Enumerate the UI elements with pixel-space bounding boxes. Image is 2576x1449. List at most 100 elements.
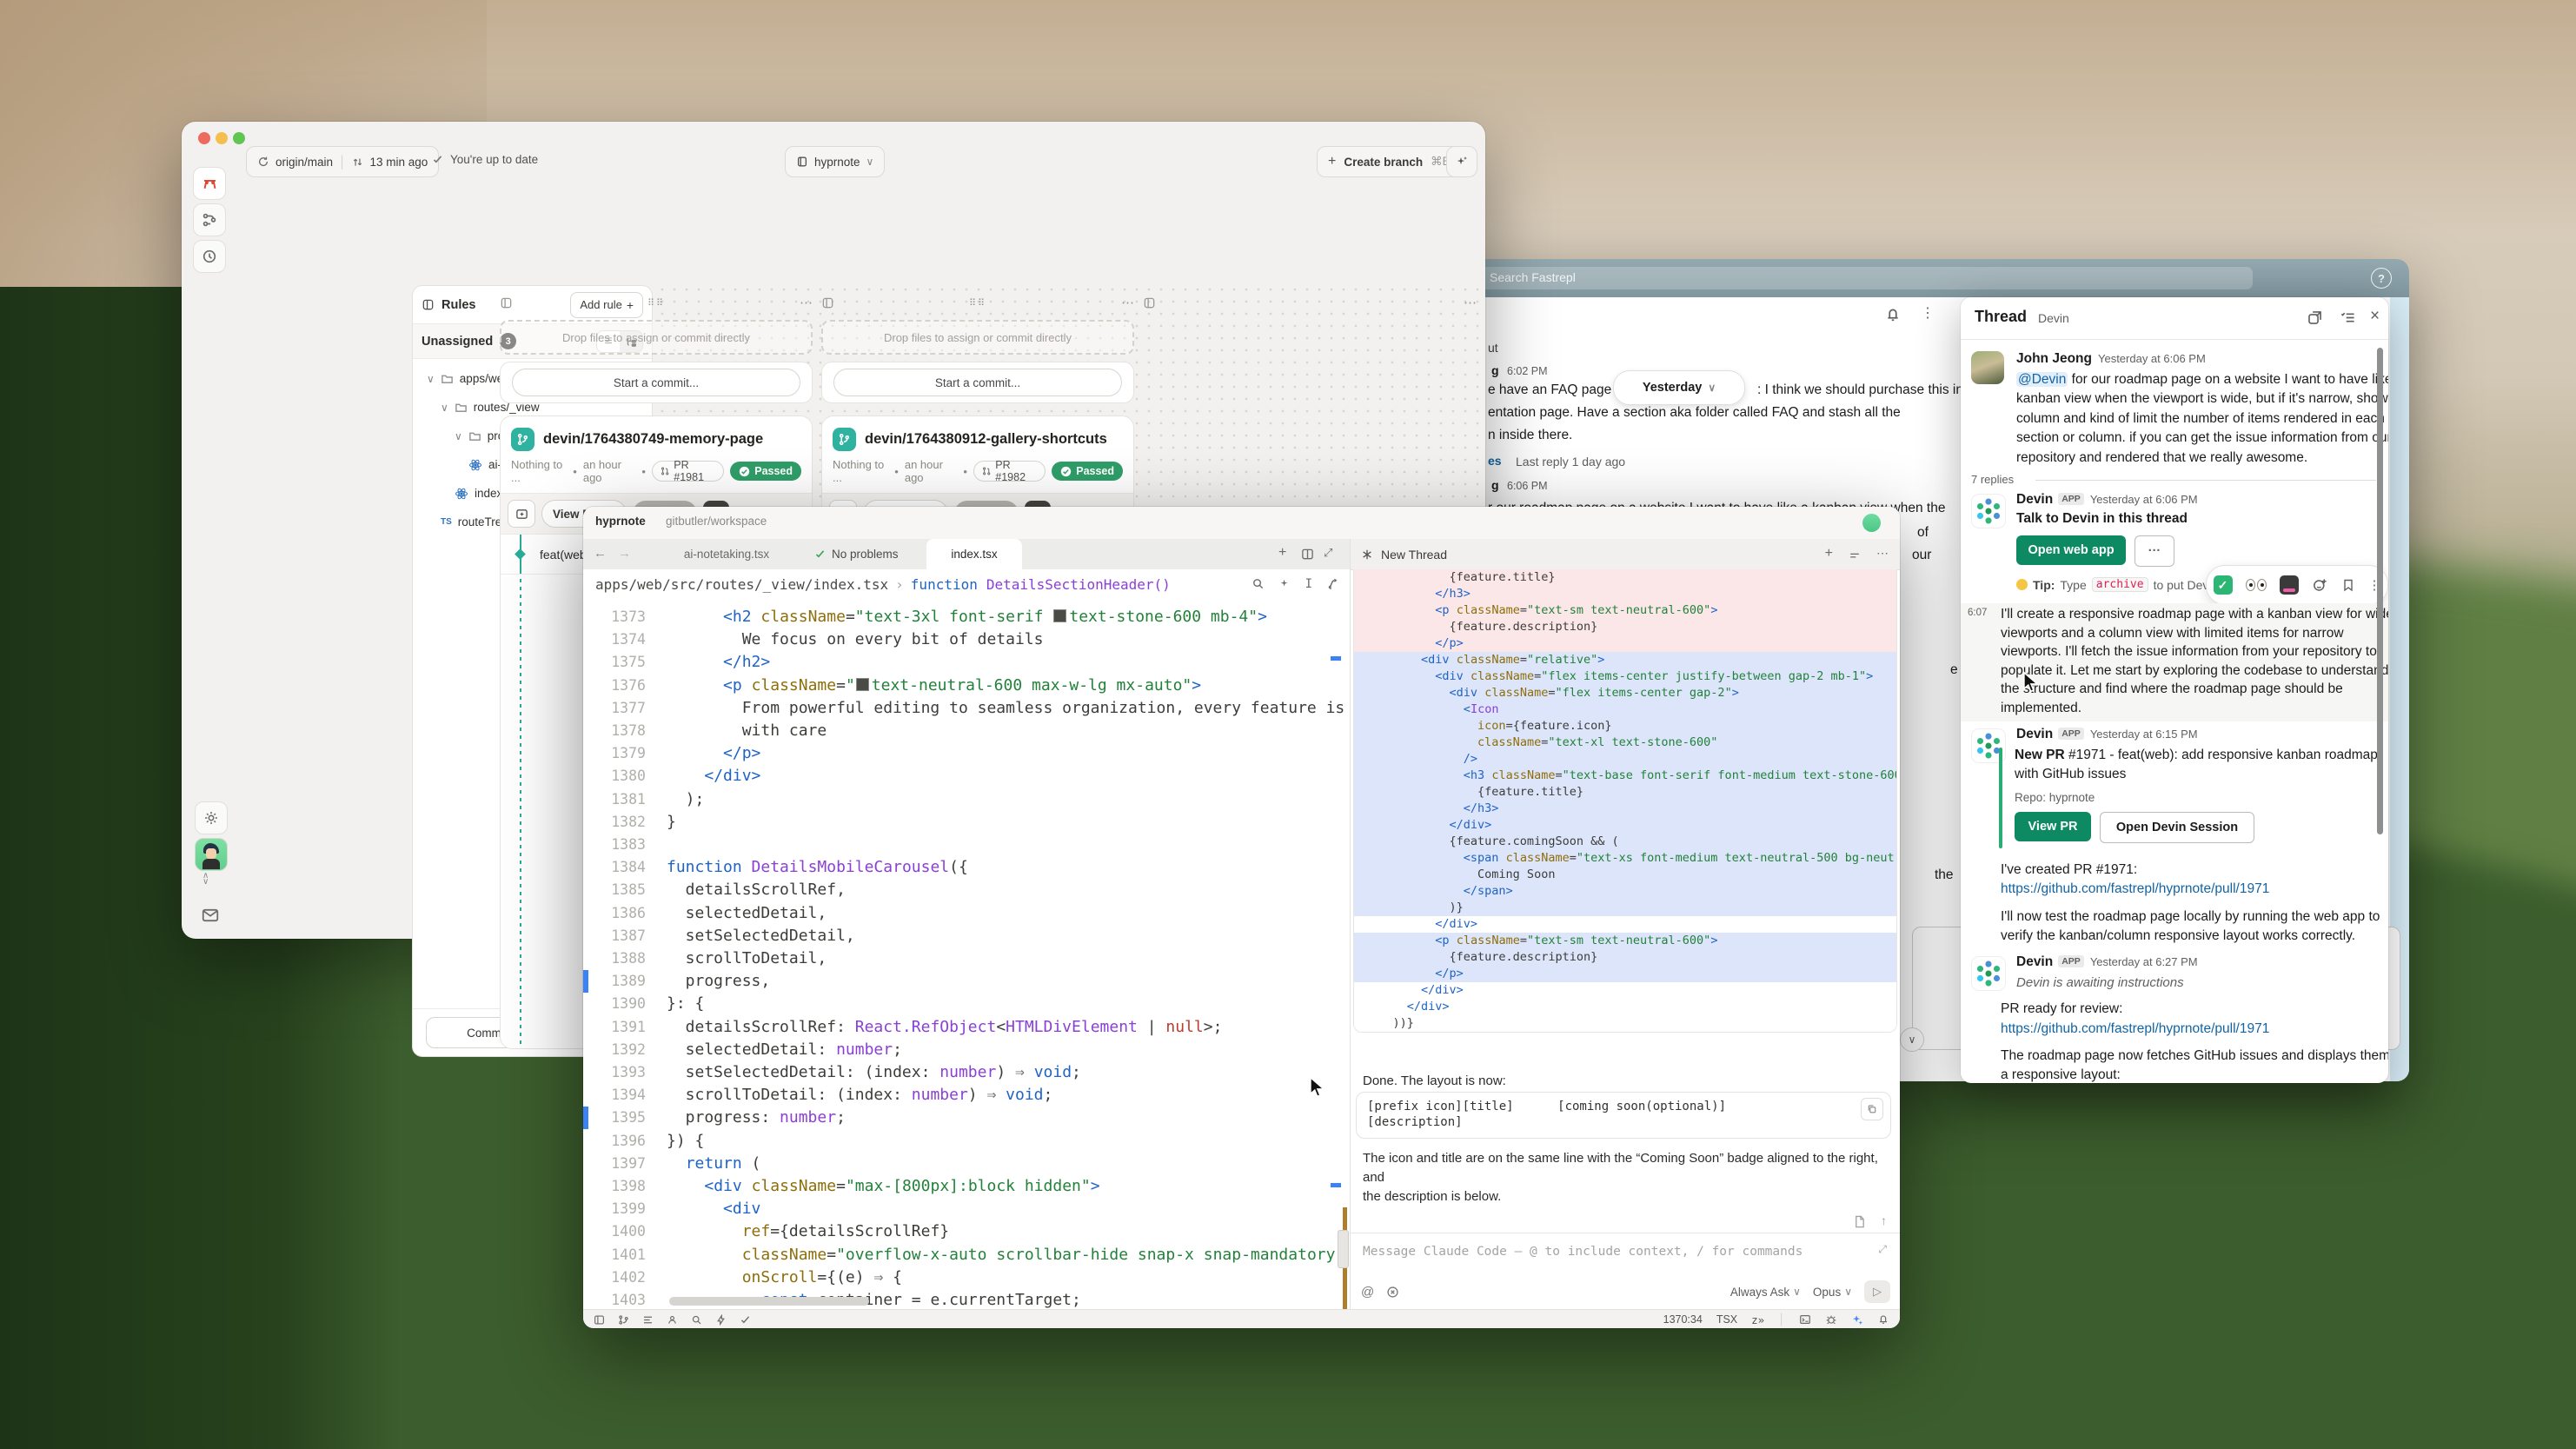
code-line[interactable]: 1402 onScroll={(e) ⇒ { [583,1266,1350,1289]
pr-link[interactable]: https://github.com/fastrepl/hyprnote/pul… [2001,881,2269,897]
tab-index-tsx[interactable]: index.tsx [926,539,1022,569]
lane-drag-handle[interactable]: ⠿⠿ ⋯ [500,292,813,313]
ai-edit-icon[interactable] [1278,577,1291,590]
cursor-mode-icon[interactable]: I [1305,577,1312,591]
nav-back-icon[interactable]: ← [594,546,607,561]
code-line[interactable]: 1399 <div [583,1198,1350,1220]
fold-indicator[interactable]: z» [1751,1313,1764,1326]
message-timestamp[interactable]: 6:07 [1968,608,1987,618]
more-vert-icon[interactable]: ⋮ [1921,304,1935,322]
sidebar-item-workspace[interactable] [193,167,226,200]
refactor-icon[interactable] [1326,577,1339,590]
devin-avatar[interactable] [1971,494,2006,528]
lane-menu-icon[interactable]: ⋯ [1121,295,1134,310]
pr-attachment-title[interactable]: New PR #1971 - feat(web): add responsive… [2015,746,2378,784]
code-line[interactable]: 1398 <div className="max-[800px]:block h… [583,1175,1350,1198]
close-button[interactable] [198,132,210,144]
code-line[interactable]: 1374 We focus on every bit of details [583,628,1350,651]
code-line[interactable]: 1389 progress, [583,970,1350,993]
code-line[interactable]: 1384function DetailsMobileCarousel({ [583,856,1350,879]
panel-icon[interactable] [1143,296,1156,309]
collab-icon[interactable] [667,1314,678,1326]
settings-button[interactable] [195,801,228,834]
code-line[interactable]: 1373 <h2 className="text-3xl font-serif … [583,606,1350,628]
search-icon[interactable] [1251,577,1265,590]
bookmark-icon[interactable] [2341,578,2355,592]
sidebar-item-branches[interactable] [193,203,226,236]
new-tab-icon[interactable]: + [1278,545,1286,561]
expand-icon[interactable]: ⤢ [1324,546,1332,560]
drag-dots[interactable]: ⠿⠿ [647,297,665,309]
user-mention[interactable]: @Devin [2016,372,2068,387]
help-icon[interactable]: ? [2371,268,2392,289]
language-mode[interactable]: TSX [1716,1313,1737,1326]
mention-icon[interactable]: @ [1361,1285,1374,1299]
code-line[interactable]: 1400 ref={detailsScrollRef} [583,1220,1350,1243]
attach-icon[interactable] [1386,1286,1399,1299]
terminal-icon[interactable] [1799,1313,1811,1326]
tab-ai-notetaking[interactable]: ai-notetaking.tsx [644,539,809,569]
outline-icon[interactable] [642,1314,654,1326]
archive-command-chip[interactable]: archive [2092,577,2148,592]
code-line[interactable]: 1383 [583,834,1350,856]
review-button[interactable] [508,500,535,528]
minimize-button[interactable] [216,132,228,144]
message-timestamp[interactable]: Yesterday at 6:06 PM [2090,493,2198,506]
chevron-down-icon[interactable]: ∨ [441,402,448,414]
scrollbar-thumb[interactable] [1338,1230,1349,1268]
drag-dots[interactable]: ⠿⠿ [969,297,986,309]
code-line[interactable]: 1386 selectedDetail, [583,902,1350,925]
lane-menu-icon[interactable]: ⋯ [800,295,813,310]
code-line[interactable]: 1401 className="overflow-x-auto scrollba… [583,1244,1350,1266]
code-line[interactable]: 1392 selectedDetail: number; [583,1039,1350,1061]
user-avatar[interactable] [195,838,228,871]
code-line[interactable]: 1381 ); [583,788,1350,811]
chevron-down-icon[interactable]: ∨ [455,430,462,442]
feedback-icon[interactable] [200,906,221,925]
code-line[interactable]: 1380 </div> [583,765,1350,788]
code-line[interactable]: 1385 detailsScrollRef, [583,879,1350,901]
bell-icon[interactable] [1877,1313,1889,1326]
lane-menu-icon[interactable]: ⋯ [1464,295,1477,310]
project-switcher[interactable]: hyprnote ∨ [785,146,885,177]
code-line[interactable]: 1375 </h2> [583,651,1350,674]
start-commit-button[interactable]: Start a commit... [833,369,1121,396]
assistant-tab-title[interactable]: New Thread [1381,548,1447,562]
code-line[interactable]: 1391 detailsScrollRef: React.RefObject<H… [583,1016,1350,1039]
base-branch-pill[interactable]: origin/main │ 13 min ago [246,146,439,177]
branch-name[interactable]: devin/1764380912-gallery-shortcuts [865,431,1107,448]
sidebar-item-history[interactable] [193,240,226,273]
actions-icon[interactable] [715,1314,727,1326]
code-line[interactable]: 1396}) { [583,1130,1350,1153]
message-timestamp[interactable]: Yesterday at 6:15 PM [2090,728,2198,741]
message-timestamp[interactable]: Yesterday at 6:06 PM [2098,352,2206,365]
panel-toggle-icon[interactable] [594,1314,605,1326]
assistant-input[interactable]: Message Claude Code — @ to include conte… [1363,1245,1803,1259]
popout-icon[interactable] [2307,309,2323,326]
ai-sparkle-icon[interactable] [1851,1313,1863,1326]
pr-pill[interactable]: PR #1982 [973,461,1046,482]
check-icon[interactable] [740,1314,751,1326]
code-line[interactable]: 1376 <p className="text-neutral-600 max-… [583,675,1350,697]
panel-icon[interactable] [821,296,834,309]
code-line[interactable]: 1379 </p> [583,742,1350,765]
chevron-down-icon[interactable]: ∨ [427,373,435,385]
markdown-icon[interactable] [1853,1215,1866,1228]
code-line[interactable]: 1388 scrollToDetail, [583,947,1350,970]
panel-menu-icon[interactable]: ⋯ [1876,546,1889,562]
eyes-reaction-button[interactable] [2246,579,2267,591]
scroll-to-top-icon[interactable]: ↑ [1881,1213,1887,1227]
code-line[interactable]: 1390}: { [583,993,1350,1015]
code-editor[interactable]: 1373 <h2 className="text-3xl font-serif … [583,599,1350,1309]
nav-forward-icon[interactable]: → [618,546,631,561]
create-branch-button[interactable]: + Create branch ⌘B [1317,146,1462,177]
collapse-icon[interactable]: ∨ [1900,1027,1924,1052]
bell-icon[interactable] [1884,306,1902,323]
start-commit-button[interactable]: Start a commit... [512,369,800,396]
pr-pill[interactable]: PR #1981 [652,461,724,482]
code-line[interactable]: 1377 From powerful editing to seamless o… [583,697,1350,720]
permission-mode-select[interactable]: Always Ask∨ [1730,1286,1801,1299]
breadcrumb-path[interactable]: apps/web/src/routes/_view/index.tsx [595,576,888,593]
cursor-position[interactable]: 1370:34 [1663,1313,1703,1326]
devin-reaction-button[interactable] [2280,575,2299,595]
